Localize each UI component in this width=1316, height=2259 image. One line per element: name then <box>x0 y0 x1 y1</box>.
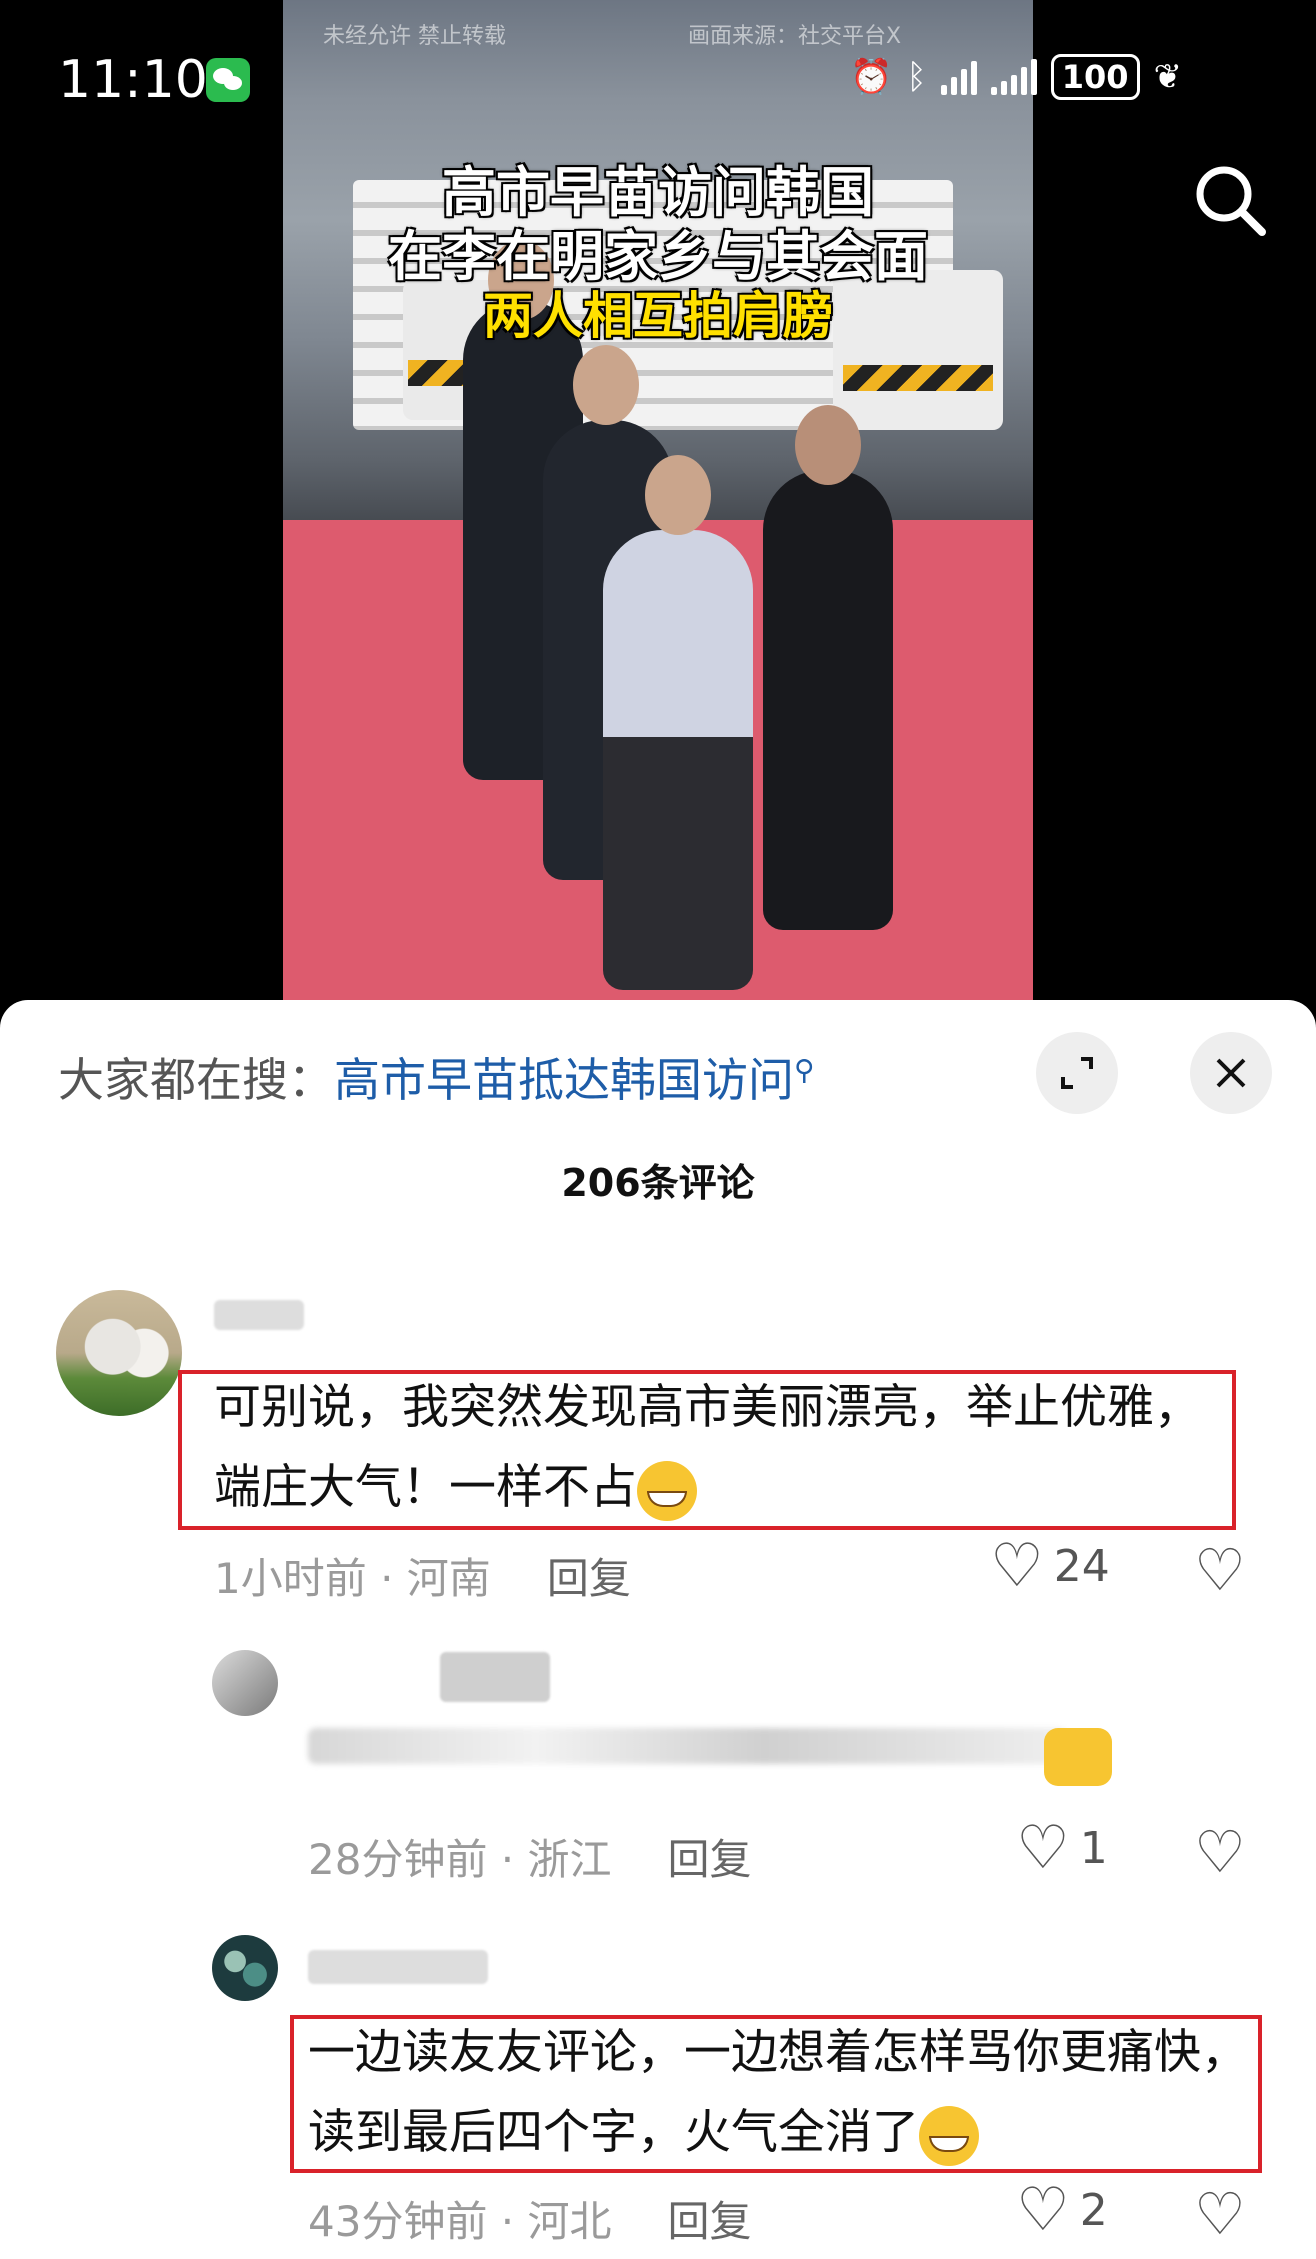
watermark-left: 未经允许 禁止转载 <box>323 24 506 49</box>
avatar[interactable] <box>212 1935 278 2001</box>
wifi-signal-icon <box>940 59 977 95</box>
username-blurred[interactable] <box>308 1950 488 1984</box>
person-head <box>795 405 861 485</box>
broken-heart-icon[interactable]: ♡ <box>1194 1536 1246 1604</box>
comment-text-blurred <box>308 1728 1068 1764</box>
video-caption-line3: 两人相互拍肩膀 <box>483 287 833 345</box>
hazard-stripe <box>843 365 993 391</box>
comment-time: 43分钟前 <box>308 2197 488 2246</box>
person-figure <box>603 530 753 990</box>
hot-search-label: 大家都在搜： <box>58 1053 334 1107</box>
search-icon[interactable] <box>1190 160 1270 240</box>
leaf-icon: ❦ <box>1153 57 1183 97</box>
comment-count: 206条评论 <box>561 1161 755 1205</box>
comment-location: 河北 <box>527 2197 612 2246</box>
comment-meta: 1小时前 · 河南 回复 <box>214 1554 631 1603</box>
person-head <box>573 345 639 425</box>
comment-time: 28分钟前 <box>308 1835 488 1884</box>
comment-location: 河南 <box>406 1554 491 1603</box>
heart-icon: ♡ <box>990 1531 1044 1601</box>
comment-meta: 28分钟前 · 浙江 回复 <box>308 1835 752 1884</box>
comment-text: 可别说，我突然发现高市美丽漂亮，举止优雅，端庄大气！一样不占 <box>214 1368 1204 1528</box>
reply-button[interactable]: 回复 <box>668 2197 752 2246</box>
comment-sheet: 大家都在搜：高市早苗抵达韩国访问⚲ 206条评论 可别说，我突然发现高市美丽漂亮… <box>0 1000 1316 2259</box>
like-count: 24 <box>1053 1540 1110 1592</box>
username-blurred[interactable] <box>214 1300 304 1330</box>
broken-heart-icon[interactable]: ♡ <box>1194 1818 1246 1886</box>
avatar[interactable] <box>212 1650 278 1716</box>
smirk-emoji-icon <box>1044 1728 1112 1786</box>
username-blurred[interactable] <box>440 1652 550 1702</box>
status-time: 11:10 <box>58 50 208 110</box>
like-count: 1 <box>1079 1822 1108 1874</box>
reply-button[interactable]: 回复 <box>668 1835 752 1884</box>
wechat-icon <box>206 58 250 102</box>
grin-emoji-icon <box>637 1460 697 1521</box>
video-area: 未经允许 禁止转载 画面来源：社交平台X 高市早苗访问韩国 在李在明家乡与其会面… <box>0 0 1316 1000</box>
comment-location: 浙江 <box>527 1835 612 1884</box>
battery-indicator: 100 <box>1050 54 1140 100</box>
expand-button[interactable] <box>1036 1032 1118 1114</box>
expand-icon <box>1061 1057 1093 1089</box>
close-button[interactable] <box>1190 1032 1272 1114</box>
watermark-right: 画面来源：社交平台X <box>688 24 902 49</box>
person-head <box>645 455 711 535</box>
like-button[interactable]: ♡ 2 <box>1016 2180 1108 2240</box>
hot-search-keyword[interactable]: 高市早苗抵达韩国访问 <box>334 1053 794 1107</box>
cell-signal-icon <box>990 59 1037 95</box>
alarm-icon: ⏰ <box>850 57 893 97</box>
comment-text: 一边读友友评论，一边想着怎样骂你更痛快，读到最后四个字，火气全消了 <box>308 2013 1268 2173</box>
like-button[interactable]: ♡ 24 <box>990 1536 1110 1596</box>
heart-icon: ♡ <box>1016 2175 1070 2245</box>
status-icons: ⏰ ᛒ 100 ❦ <box>850 52 1182 102</box>
comment-time: 1小时前 <box>214 1554 367 1603</box>
broken-heart-icon[interactable]: ♡ <box>1194 2180 1246 2248</box>
close-icon <box>1216 1058 1246 1088</box>
heart-icon: ♡ <box>1016 1813 1070 1883</box>
like-button[interactable]: ♡ 1 <box>1016 1818 1108 1878</box>
video-frame[interactable]: 未经允许 禁止转载 画面来源：社交平台X 高市早苗访问韩国 在李在明家乡与其会面… <box>283 0 1033 1000</box>
avatar[interactable] <box>56 1290 182 1416</box>
bluetooth-icon: ᛒ <box>906 57 927 97</box>
comment-meta: 43分钟前 · 河北 回复 <box>308 2197 752 2246</box>
reply-button[interactable]: 回复 <box>547 1554 631 1603</box>
like-count: 2 <box>1079 2184 1108 2236</box>
person-figure <box>763 470 893 930</box>
search-icon: ⚲ <box>794 1053 815 1087</box>
hot-search-bar[interactable]: 大家都在搜：高市早苗抵达韩国访问⚲ <box>58 1044 815 1110</box>
grin-emoji-icon <box>919 2105 979 2166</box>
